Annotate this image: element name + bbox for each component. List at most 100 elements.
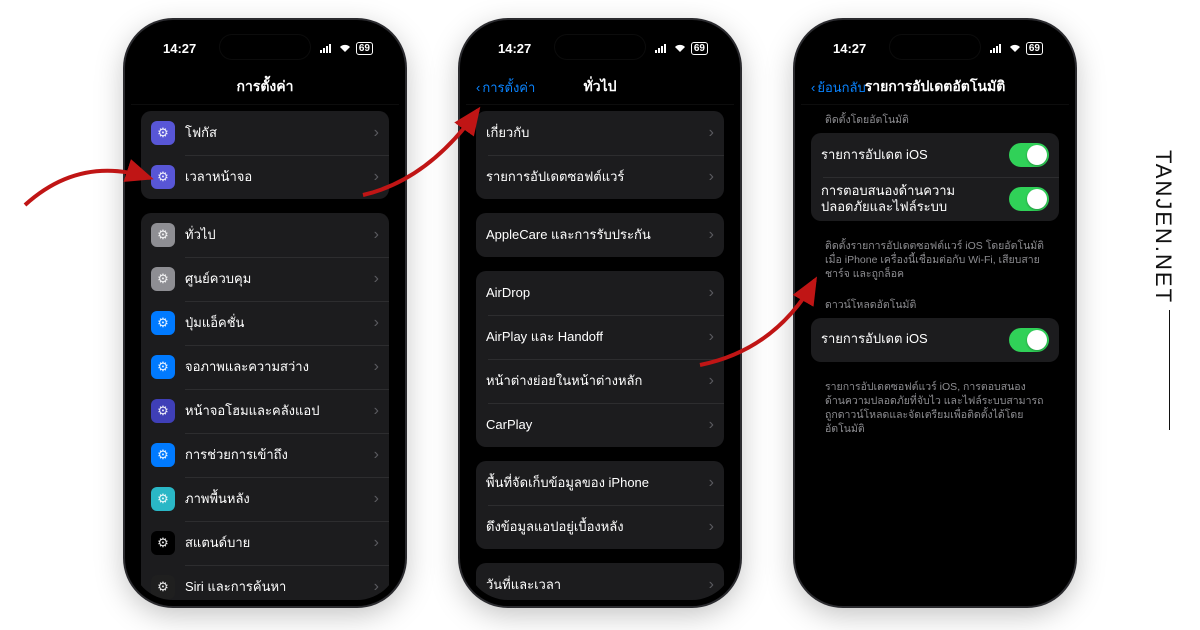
settings-row[interactable]: ⚙ศูนย์ควบคุม› bbox=[141, 257, 389, 301]
section-header-install: ติดตั้งโดยอัตโนมัติ bbox=[811, 111, 1059, 133]
row-label: Siri และการค้นหา bbox=[185, 579, 364, 595]
chevron-left-icon: ‹ bbox=[811, 80, 815, 95]
chevron-right-icon: › bbox=[374, 270, 379, 288]
settings-row[interactable]: ⚙โฟกัส› bbox=[141, 111, 389, 155]
settings-row[interactable]: ⚙หน้าจอโฮมและคลังแอป› bbox=[141, 389, 389, 433]
row-label: ดึงข้อมูลแอปอยู่เบื้องหลัง bbox=[486, 519, 699, 535]
settings-row[interactable]: ⚙ภาพพื้นหลัง› bbox=[141, 477, 389, 521]
standby-icon: ⚙ bbox=[151, 531, 175, 555]
wallpaper-icon: ⚙ bbox=[151, 487, 175, 511]
group-storage: พื้นที่จัดเก็บข้อมูลของ iPhone›ดึงข้อมูล… bbox=[476, 461, 724, 549]
group-applecare: AppleCare และการรับประกัน› bbox=[476, 213, 724, 257]
settings-row[interactable]: พื้นที่จัดเก็บข้อมูลของ iPhone › bbox=[476, 461, 724, 505]
group-auto-download: รายการอัปเดต iOS bbox=[811, 318, 1059, 362]
settings-row[interactable]: ⚙ Siri และการค้นหา › bbox=[141, 565, 389, 600]
toggle-row: รายการอัปเดต iOS bbox=[811, 133, 1059, 177]
row-label: จอภาพและความสว่าง bbox=[185, 359, 364, 375]
toggle-switch[interactable] bbox=[1009, 187, 1049, 211]
chevron-right-icon: › bbox=[374, 314, 379, 332]
row-label: AirDrop bbox=[486, 285, 699, 301]
row-label: วันที่และเวลา bbox=[486, 577, 699, 593]
back-label: ย้อนกลับ bbox=[817, 77, 865, 98]
row-label: เวลาหน้าจอ bbox=[185, 169, 364, 185]
nav-header: ‹ ย้อนกลับ รายการอัปเดตอัตโนมัติ bbox=[801, 70, 1069, 105]
chevron-right-icon: › bbox=[374, 534, 379, 552]
signal-icon bbox=[990, 43, 1004, 53]
toggle-switch[interactable] bbox=[1009, 143, 1049, 167]
moon-icon: ⚙ bbox=[151, 121, 175, 145]
chevron-right-icon: › bbox=[709, 372, 714, 390]
settings-row[interactable]: วันที่และเวลา › bbox=[476, 563, 724, 600]
row-label: พื้นที่จัดเก็บข้อมูลของ iPhone bbox=[486, 475, 699, 491]
chevron-right-icon: › bbox=[709, 284, 714, 302]
chevron-right-icon: › bbox=[709, 124, 714, 142]
grid-icon: ⚙ bbox=[151, 399, 175, 423]
settings-group-main: ⚙ทั่วไป›⚙ศูนย์ควบคุม›⚙ปุ่มแอ็คชั่น›⚙จอภา… bbox=[141, 213, 389, 600]
phone-settings: 14:27 69 การตั้งค่า ⚙โฟกัส›⚙เวลาหน้าจอ› … bbox=[125, 20, 405, 606]
chevron-right-icon: › bbox=[709, 416, 714, 434]
settings-row[interactable]: CarPlay› bbox=[476, 403, 724, 447]
toggle-switch[interactable] bbox=[1009, 328, 1049, 352]
settings-row[interactable]: AirDrop › bbox=[476, 271, 724, 315]
chevron-right-icon: › bbox=[709, 474, 714, 492]
chevron-right-icon: › bbox=[374, 490, 379, 508]
settings-row[interactable]: ⚙ การช่วยการเข้าถึง › bbox=[141, 433, 389, 477]
settings-row[interactable]: เกี่ยวกับ› bbox=[476, 111, 724, 155]
footnote-install: ติดตั้งรายการอัปเดตซอฟต์แวร์ iOS โดยอัตโ… bbox=[811, 235, 1059, 296]
status-time: 14:27 bbox=[498, 41, 531, 56]
decorative-line bbox=[1169, 310, 1170, 430]
chevron-right-icon: › bbox=[374, 578, 379, 596]
back-button[interactable]: ‹ การตั้งค่า bbox=[476, 77, 535, 98]
gear-icon: ⚙ bbox=[151, 223, 175, 247]
settings-row[interactable]: ⚙ เวลาหน้าจอ › bbox=[141, 155, 389, 199]
wifi-icon bbox=[1008, 43, 1022, 53]
chevron-right-icon: › bbox=[709, 576, 714, 594]
status-bar: 14:27 69 bbox=[131, 26, 399, 70]
wifi-icon bbox=[338, 43, 352, 53]
settings-row[interactable]: รายการอัปเดตซอฟต์แวร์ › bbox=[476, 155, 724, 199]
back-button[interactable]: ‹ ย้อนกลับ bbox=[811, 77, 866, 98]
action-icon: ⚙ bbox=[151, 311, 175, 335]
page-title: การตั้งค่า bbox=[236, 76, 293, 98]
chevron-right-icon: › bbox=[374, 168, 379, 186]
row-label: ศูนย์ควบคุม bbox=[185, 271, 364, 287]
chevron-right-icon: › bbox=[374, 226, 379, 244]
settings-row[interactable]: ⚙ปุ่มแอ็คชั่น› bbox=[141, 301, 389, 345]
chevron-right-icon: › bbox=[709, 518, 714, 536]
status-indicators: 69 bbox=[655, 42, 708, 55]
chevron-left-icon: ‹ bbox=[476, 80, 480, 95]
status-indicators: 69 bbox=[320, 42, 373, 55]
settings-row[interactable]: ⚙สแตนด์บาย› bbox=[141, 521, 389, 565]
group-datetime: วันที่และเวลา›แป้นพิมพ์› bbox=[476, 563, 724, 600]
siri-icon: ⚙ bbox=[151, 575, 175, 599]
accessibility-icon: ⚙ bbox=[151, 443, 175, 467]
hourglass-icon: ⚙ bbox=[151, 165, 175, 189]
battery-icon: 69 bbox=[356, 42, 373, 55]
back-label: การตั้งค่า bbox=[482, 77, 535, 98]
row-label: การช่วยการเข้าถึง bbox=[185, 447, 364, 463]
row-label: รายการอัปเดตซอฟต์แวร์ bbox=[486, 169, 699, 185]
row-label: AirPlay และ Handoff bbox=[486, 329, 699, 345]
row-label: หน้าจอโฮมและคลังแอป bbox=[185, 403, 364, 419]
settings-row[interactable]: หน้าต่างย่อยในหน้าต่างหลัก › bbox=[476, 359, 724, 403]
watermark: TANJEN.NET bbox=[1150, 150, 1176, 304]
battery-icon: 69 bbox=[1026, 42, 1043, 55]
row-label: รายการอัปเดต iOS bbox=[821, 331, 999, 347]
chevron-right-icon: › bbox=[709, 168, 714, 186]
settings-row[interactable]: ดึงข้อมูลแอปอยู่เบื้องหลัง › bbox=[476, 505, 724, 549]
row-label: โฟกัส bbox=[185, 125, 364, 141]
chevron-right-icon: › bbox=[374, 446, 379, 464]
settings-row[interactable]: AppleCare และการรับประกัน› bbox=[476, 213, 724, 257]
settings-row[interactable]: ⚙ จอภาพและความสว่าง › bbox=[141, 345, 389, 389]
settings-row[interactable]: ⚙ทั่วไป› bbox=[141, 213, 389, 257]
wifi-icon bbox=[673, 43, 687, 53]
battery-icon: 69 bbox=[691, 42, 708, 55]
brightness-icon: ⚙ bbox=[151, 355, 175, 379]
row-label: หน้าต่างย่อยในหน้าต่างหลัก bbox=[486, 373, 699, 389]
row-label: AppleCare และการรับประกัน bbox=[486, 227, 699, 243]
signal-icon bbox=[320, 43, 334, 53]
settings-row[interactable]: AirPlay และ Handoff› bbox=[476, 315, 724, 359]
status-indicators: 69 bbox=[990, 42, 1043, 55]
page-title: รายการอัปเดตอัตโนมัติ bbox=[865, 76, 1006, 98]
chevron-right-icon: › bbox=[374, 358, 379, 376]
